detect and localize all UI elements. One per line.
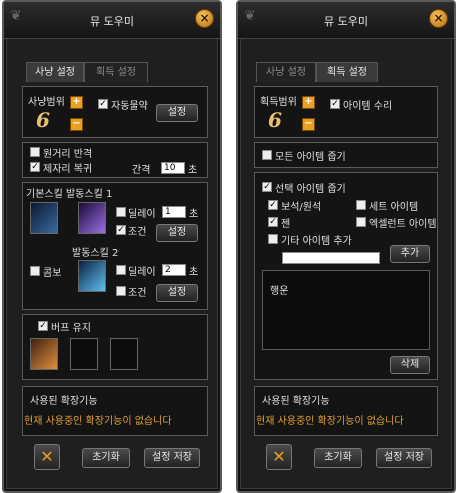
range-label: 사냥범위 bbox=[28, 97, 65, 108]
extension-none-message: 현재 사용중인 확장기능이 없습니다 bbox=[24, 416, 172, 427]
condition1-settings-button[interactable]: 설정 bbox=[156, 224, 198, 242]
auto-potion-settings-button[interactable]: 설정 bbox=[156, 104, 198, 122]
title-bar[interactable]: ❦ 뮤 도우미 × bbox=[4, 2, 220, 39]
combo-label: 콤보 bbox=[43, 268, 62, 279]
all-items-label: 모든 아이템 줍기 bbox=[275, 152, 346, 163]
title-bar[interactable]: ❦ 뮤 도우미 × bbox=[238, 2, 454, 39]
buff-keep-label: 버프 유지 bbox=[51, 323, 91, 334]
extension-header: 사용된 확장기능 bbox=[30, 396, 98, 407]
delay1-label: 딜레이 bbox=[128, 209, 156, 220]
delay1-checkbox[interactable] bbox=[116, 207, 126, 217]
return-to-spot-checkbox[interactable]: ✓ bbox=[30, 162, 40, 172]
return-to-spot-label: 제자리 복귀 bbox=[43, 164, 93, 175]
helper-window-pickup: ❦ 뮤 도우미 × 사냥 설정 획득 설정 획득범위 6 + − ✓ 아이템 수… bbox=[236, 0, 456, 493]
range-value: 6 bbox=[36, 108, 50, 132]
pickup-range-value: 6 bbox=[268, 108, 282, 132]
save-settings-button[interactable]: 설정 저장 bbox=[144, 448, 200, 468]
activation-skill2-label: 발동스킬 2 bbox=[72, 248, 119, 259]
delete-button[interactable]: 삭제 bbox=[390, 356, 430, 374]
condition2-settings-button[interactable]: 설정 bbox=[156, 284, 198, 302]
item-repair-label: 아이템 수리 bbox=[343, 101, 393, 112]
zen-checkbox[interactable]: ✓ bbox=[268, 217, 278, 227]
selected-items-label: 선택 아이템 줍기 bbox=[275, 184, 346, 195]
interval-input[interactable]: 10 bbox=[161, 162, 185, 174]
minus-icon[interactable]: − bbox=[70, 118, 83, 131]
set-item-checkbox[interactable] bbox=[356, 200, 366, 210]
extension-header: 사용된 확장기능 bbox=[262, 396, 330, 407]
reset-button[interactable]: 초기화 bbox=[314, 448, 362, 468]
jewel-label: 보석/원석 bbox=[281, 202, 322, 213]
jewel-checkbox[interactable]: ✓ bbox=[268, 200, 278, 210]
buff-slot-1-icon[interactable] bbox=[30, 338, 58, 370]
delay2-unit: 초 bbox=[189, 267, 199, 278]
activation-skill-2-icon[interactable] bbox=[78, 260, 106, 292]
auto-potion-label: 자동물약 bbox=[111, 101, 148, 112]
all-items-checkbox[interactable] bbox=[262, 150, 272, 160]
excellent-label: 엑셀런트 아이템 bbox=[369, 219, 437, 230]
delay2-input[interactable]: 2 bbox=[162, 264, 186, 276]
extra-item-label: 기타 아이템 추가 bbox=[281, 236, 352, 247]
buff-slot-2[interactable] bbox=[70, 338, 98, 370]
extension-none-message: 현재 사용중인 확장기능이 없습니다 bbox=[256, 416, 404, 427]
combo-checkbox[interactable] bbox=[30, 266, 40, 276]
delay2-label: 딜레이 bbox=[128, 267, 156, 278]
condition1-label: 조건 bbox=[128, 227, 147, 238]
buff-slot-3[interactable] bbox=[110, 338, 138, 370]
condition2-label: 조건 bbox=[128, 288, 147, 299]
basic-skill-label: 기본스킬 발동스킬 1 bbox=[26, 189, 113, 200]
zen-label: 젠 bbox=[281, 219, 291, 230]
interval-label: 간격 bbox=[132, 165, 151, 176]
basic-skill-sword-icon[interactable] bbox=[30, 202, 58, 234]
pickup-range-label: 획득범위 bbox=[260, 97, 297, 108]
extra-item-checkbox[interactable] bbox=[268, 234, 278, 244]
set-item-label: 세트 아이템 bbox=[369, 202, 419, 213]
add-button[interactable]: 추가 bbox=[390, 245, 430, 263]
long-range-counter-label: 원거리 반격 bbox=[43, 149, 93, 160]
long-range-counter-checkbox[interactable] bbox=[30, 147, 40, 157]
tab-hunting[interactable]: 사냥 설정 bbox=[26, 62, 84, 82]
delay2-checkbox[interactable] bbox=[116, 265, 126, 275]
minus-icon[interactable]: − bbox=[302, 118, 315, 131]
activation-skill-1-icon[interactable] bbox=[78, 202, 106, 234]
tab-pickup[interactable]: 획득 설정 bbox=[316, 62, 378, 82]
condition1-checkbox[interactable]: ✓ bbox=[116, 225, 126, 235]
tab-hunting[interactable]: 사냥 설정 bbox=[256, 62, 316, 82]
cancel-x-icon[interactable]: ✕ bbox=[34, 444, 60, 470]
excellent-checkbox[interactable] bbox=[356, 217, 366, 227]
interval-unit: 초 bbox=[188, 165, 198, 176]
item-list-entry[interactable]: 행운 bbox=[270, 282, 288, 297]
cancel-x-icon[interactable]: ✕ bbox=[266, 444, 292, 470]
extra-item-input[interactable] bbox=[282, 252, 380, 264]
plus-icon[interactable]: + bbox=[70, 96, 83, 109]
selected-items-checkbox[interactable]: ✓ bbox=[262, 182, 272, 192]
window-title: 뮤 도우미 bbox=[90, 15, 134, 28]
delay1-input[interactable]: 1 bbox=[162, 206, 186, 218]
delay1-unit: 초 bbox=[189, 209, 199, 220]
close-icon[interactable]: × bbox=[429, 9, 448, 28]
close-icon[interactable]: × bbox=[195, 9, 214, 28]
save-settings-button[interactable]: 설정 저장 bbox=[376, 448, 432, 468]
auto-potion-checkbox[interactable]: ✓ bbox=[98, 99, 108, 109]
plus-icon[interactable]: + bbox=[302, 96, 315, 109]
item-repair-checkbox[interactable]: ✓ bbox=[330, 99, 340, 109]
condition2-checkbox[interactable] bbox=[116, 286, 126, 296]
reset-button[interactable]: 초기화 bbox=[82, 448, 130, 468]
window-title: 뮤 도우미 bbox=[324, 15, 368, 28]
tab-pickup[interactable]: 획득 설정 bbox=[84, 62, 148, 82]
buff-keep-checkbox[interactable]: ✓ bbox=[38, 321, 48, 331]
helper-window-hunting: ❦ 뮤 도우미 × 사냥 설정 획득 설정 사냥범위 6 + − ✓ 자동물약 … bbox=[2, 0, 222, 493]
